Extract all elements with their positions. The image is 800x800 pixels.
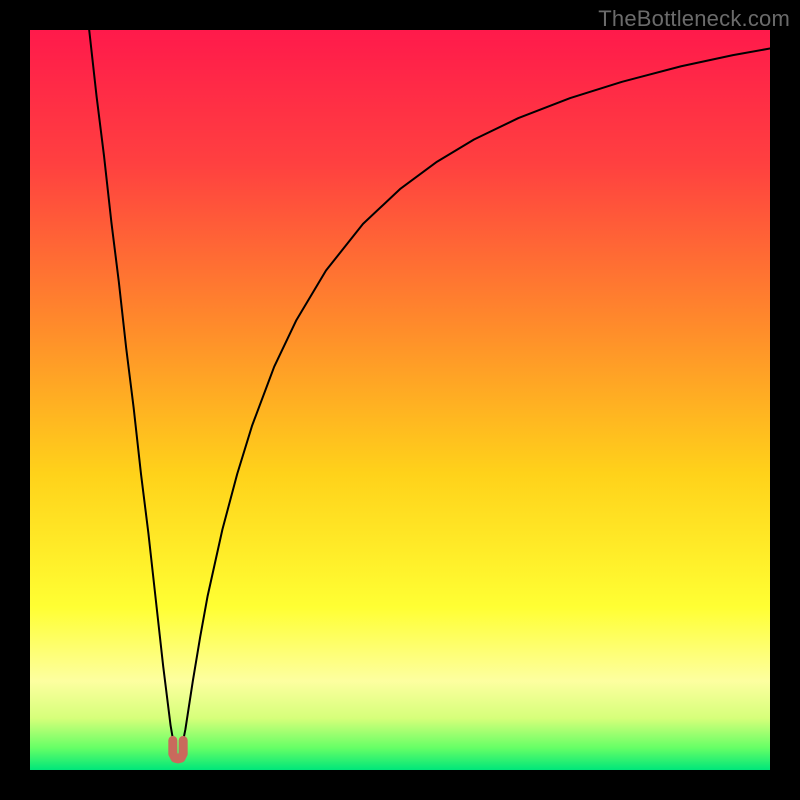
watermark-text: TheBottleneck.com <box>598 6 790 32</box>
plot-area <box>30 30 770 770</box>
chart-svg <box>30 30 770 770</box>
gradient-background <box>30 30 770 770</box>
chart-frame: TheBottleneck.com <box>0 0 800 800</box>
